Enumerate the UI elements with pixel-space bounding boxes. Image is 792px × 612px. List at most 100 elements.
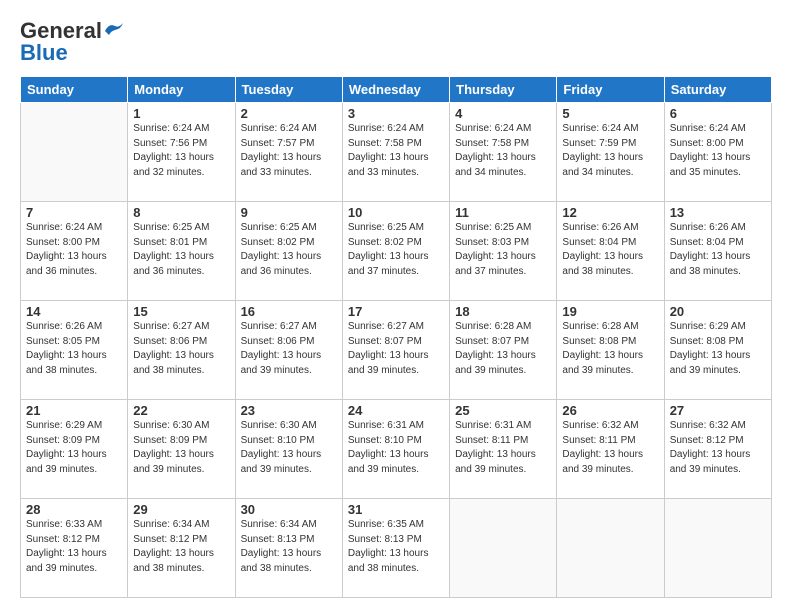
day-info: Sunrise: 6:34 AM Sunset: 8:12 PM Dayligh… bbox=[133, 518, 229, 576]
day-info: Sunrise: 6:29 AM Sunset: 8:09 PM Dayligh… bbox=[26, 419, 122, 477]
calendar-cell: 6Sunrise: 6:24 AM Sunset: 8:00 PM Daylig… bbox=[664, 103, 771, 202]
weekday-header-cell: Tuesday bbox=[235, 77, 342, 103]
calendar-cell: 21Sunrise: 6:29 AM Sunset: 8:09 PM Dayli… bbox=[21, 400, 128, 499]
day-number: 25 bbox=[455, 403, 551, 418]
day-info: Sunrise: 6:28 AM Sunset: 8:07 PM Dayligh… bbox=[455, 320, 551, 378]
calendar-cell: 5Sunrise: 6:24 AM Sunset: 7:59 PM Daylig… bbox=[557, 103, 664, 202]
calendar-cell: 13Sunrise: 6:26 AM Sunset: 8:04 PM Dayli… bbox=[664, 202, 771, 301]
day-info: Sunrise: 6:25 AM Sunset: 8:03 PM Dayligh… bbox=[455, 221, 551, 279]
day-number: 24 bbox=[348, 403, 444, 418]
page: General Blue SundayMondayTuesdayWednesda… bbox=[0, 0, 792, 612]
weekday-header-cell: Sunday bbox=[21, 77, 128, 103]
day-info: Sunrise: 6:24 AM Sunset: 8:00 PM Dayligh… bbox=[670, 122, 766, 180]
calendar-cell: 7Sunrise: 6:24 AM Sunset: 8:00 PM Daylig… bbox=[21, 202, 128, 301]
calendar-cell: 9Sunrise: 6:25 AM Sunset: 8:02 PM Daylig… bbox=[235, 202, 342, 301]
day-info: Sunrise: 6:24 AM Sunset: 8:00 PM Dayligh… bbox=[26, 221, 122, 279]
day-info: Sunrise: 6:24 AM Sunset: 7:58 PM Dayligh… bbox=[455, 122, 551, 180]
day-info: Sunrise: 6:27 AM Sunset: 8:06 PM Dayligh… bbox=[133, 320, 229, 378]
day-number: 6 bbox=[670, 106, 766, 121]
calendar-cell: 30Sunrise: 6:34 AM Sunset: 8:13 PM Dayli… bbox=[235, 499, 342, 598]
day-info: Sunrise: 6:34 AM Sunset: 8:13 PM Dayligh… bbox=[241, 518, 337, 576]
day-info: Sunrise: 6:26 AM Sunset: 8:05 PM Dayligh… bbox=[26, 320, 122, 378]
weekday-header-row: SundayMondayTuesdayWednesdayThursdayFrid… bbox=[21, 77, 772, 103]
day-number: 14 bbox=[26, 304, 122, 319]
day-info: Sunrise: 6:24 AM Sunset: 7:56 PM Dayligh… bbox=[133, 122, 229, 180]
day-info: Sunrise: 6:30 AM Sunset: 8:10 PM Dayligh… bbox=[241, 419, 337, 477]
calendar-cell: 8Sunrise: 6:25 AM Sunset: 8:01 PM Daylig… bbox=[128, 202, 235, 301]
day-number: 19 bbox=[562, 304, 658, 319]
day-number: 1 bbox=[133, 106, 229, 121]
logo-blue: Blue bbox=[20, 40, 68, 66]
calendar-cell bbox=[557, 499, 664, 598]
day-number: 11 bbox=[455, 205, 551, 220]
calendar-week-row: 28Sunrise: 6:33 AM Sunset: 8:12 PM Dayli… bbox=[21, 499, 772, 598]
day-number: 31 bbox=[348, 502, 444, 517]
day-number: 21 bbox=[26, 403, 122, 418]
calendar-cell: 24Sunrise: 6:31 AM Sunset: 8:10 PM Dayli… bbox=[342, 400, 449, 499]
day-info: Sunrise: 6:26 AM Sunset: 8:04 PM Dayligh… bbox=[562, 221, 658, 279]
day-number: 9 bbox=[241, 205, 337, 220]
calendar-cell: 20Sunrise: 6:29 AM Sunset: 8:08 PM Dayli… bbox=[664, 301, 771, 400]
day-number: 17 bbox=[348, 304, 444, 319]
weekday-header-cell: Wednesday bbox=[342, 77, 449, 103]
day-number: 15 bbox=[133, 304, 229, 319]
calendar-cell: 31Sunrise: 6:35 AM Sunset: 8:13 PM Dayli… bbox=[342, 499, 449, 598]
day-number: 26 bbox=[562, 403, 658, 418]
calendar-cell: 11Sunrise: 6:25 AM Sunset: 8:03 PM Dayli… bbox=[450, 202, 557, 301]
calendar-body: 1Sunrise: 6:24 AM Sunset: 7:56 PM Daylig… bbox=[21, 103, 772, 598]
calendar-cell: 2Sunrise: 6:24 AM Sunset: 7:57 PM Daylig… bbox=[235, 103, 342, 202]
day-info: Sunrise: 6:29 AM Sunset: 8:08 PM Dayligh… bbox=[670, 320, 766, 378]
weekday-header-cell: Thursday bbox=[450, 77, 557, 103]
day-number: 7 bbox=[26, 205, 122, 220]
calendar-cell: 16Sunrise: 6:27 AM Sunset: 8:06 PM Dayli… bbox=[235, 301, 342, 400]
day-number: 16 bbox=[241, 304, 337, 319]
calendar-cell: 3Sunrise: 6:24 AM Sunset: 7:58 PM Daylig… bbox=[342, 103, 449, 202]
calendar-cell: 19Sunrise: 6:28 AM Sunset: 8:08 PM Dayli… bbox=[557, 301, 664, 400]
calendar-week-row: 21Sunrise: 6:29 AM Sunset: 8:09 PM Dayli… bbox=[21, 400, 772, 499]
day-number: 13 bbox=[670, 205, 766, 220]
day-number: 30 bbox=[241, 502, 337, 517]
calendar-cell: 1Sunrise: 6:24 AM Sunset: 7:56 PM Daylig… bbox=[128, 103, 235, 202]
day-info: Sunrise: 6:24 AM Sunset: 7:58 PM Dayligh… bbox=[348, 122, 444, 180]
logo: General Blue bbox=[20, 18, 125, 66]
calendar-cell bbox=[450, 499, 557, 598]
calendar-cell: 12Sunrise: 6:26 AM Sunset: 8:04 PM Dayli… bbox=[557, 202, 664, 301]
day-info: Sunrise: 6:25 AM Sunset: 8:02 PM Dayligh… bbox=[348, 221, 444, 279]
day-number: 3 bbox=[348, 106, 444, 121]
day-number: 8 bbox=[133, 205, 229, 220]
calendar-cell: 15Sunrise: 6:27 AM Sunset: 8:06 PM Dayli… bbox=[128, 301, 235, 400]
calendar-cell: 4Sunrise: 6:24 AM Sunset: 7:58 PM Daylig… bbox=[450, 103, 557, 202]
day-info: Sunrise: 6:27 AM Sunset: 8:07 PM Dayligh… bbox=[348, 320, 444, 378]
day-number: 18 bbox=[455, 304, 551, 319]
calendar-week-row: 14Sunrise: 6:26 AM Sunset: 8:05 PM Dayli… bbox=[21, 301, 772, 400]
calendar-cell bbox=[664, 499, 771, 598]
logo-bird-icon bbox=[103, 21, 125, 37]
weekday-header-cell: Monday bbox=[128, 77, 235, 103]
day-number: 20 bbox=[670, 304, 766, 319]
day-number: 28 bbox=[26, 502, 122, 517]
day-info: Sunrise: 6:31 AM Sunset: 8:11 PM Dayligh… bbox=[455, 419, 551, 477]
day-info: Sunrise: 6:26 AM Sunset: 8:04 PM Dayligh… bbox=[670, 221, 766, 279]
calendar-cell: 25Sunrise: 6:31 AM Sunset: 8:11 PM Dayli… bbox=[450, 400, 557, 499]
day-info: Sunrise: 6:30 AM Sunset: 8:09 PM Dayligh… bbox=[133, 419, 229, 477]
day-info: Sunrise: 6:24 AM Sunset: 7:57 PM Dayligh… bbox=[241, 122, 337, 180]
day-number: 2 bbox=[241, 106, 337, 121]
day-number: 5 bbox=[562, 106, 658, 121]
calendar-week-row: 1Sunrise: 6:24 AM Sunset: 7:56 PM Daylig… bbox=[21, 103, 772, 202]
calendar-cell: 18Sunrise: 6:28 AM Sunset: 8:07 PM Dayli… bbox=[450, 301, 557, 400]
day-number: 23 bbox=[241, 403, 337, 418]
weekday-header-cell: Friday bbox=[557, 77, 664, 103]
calendar-cell: 22Sunrise: 6:30 AM Sunset: 8:09 PM Dayli… bbox=[128, 400, 235, 499]
day-number: 4 bbox=[455, 106, 551, 121]
calendar-cell bbox=[21, 103, 128, 202]
calendar-cell: 27Sunrise: 6:32 AM Sunset: 8:12 PM Dayli… bbox=[664, 400, 771, 499]
calendar-cell: 17Sunrise: 6:27 AM Sunset: 8:07 PM Dayli… bbox=[342, 301, 449, 400]
day-info: Sunrise: 6:28 AM Sunset: 8:08 PM Dayligh… bbox=[562, 320, 658, 378]
calendar-cell: 29Sunrise: 6:34 AM Sunset: 8:12 PM Dayli… bbox=[128, 499, 235, 598]
calendar-cell: 23Sunrise: 6:30 AM Sunset: 8:10 PM Dayli… bbox=[235, 400, 342, 499]
day-info: Sunrise: 6:31 AM Sunset: 8:10 PM Dayligh… bbox=[348, 419, 444, 477]
day-number: 22 bbox=[133, 403, 229, 418]
calendar-table: SundayMondayTuesdayWednesdayThursdayFrid… bbox=[20, 76, 772, 598]
weekday-header-cell: Saturday bbox=[664, 77, 771, 103]
day-info: Sunrise: 6:24 AM Sunset: 7:59 PM Dayligh… bbox=[562, 122, 658, 180]
